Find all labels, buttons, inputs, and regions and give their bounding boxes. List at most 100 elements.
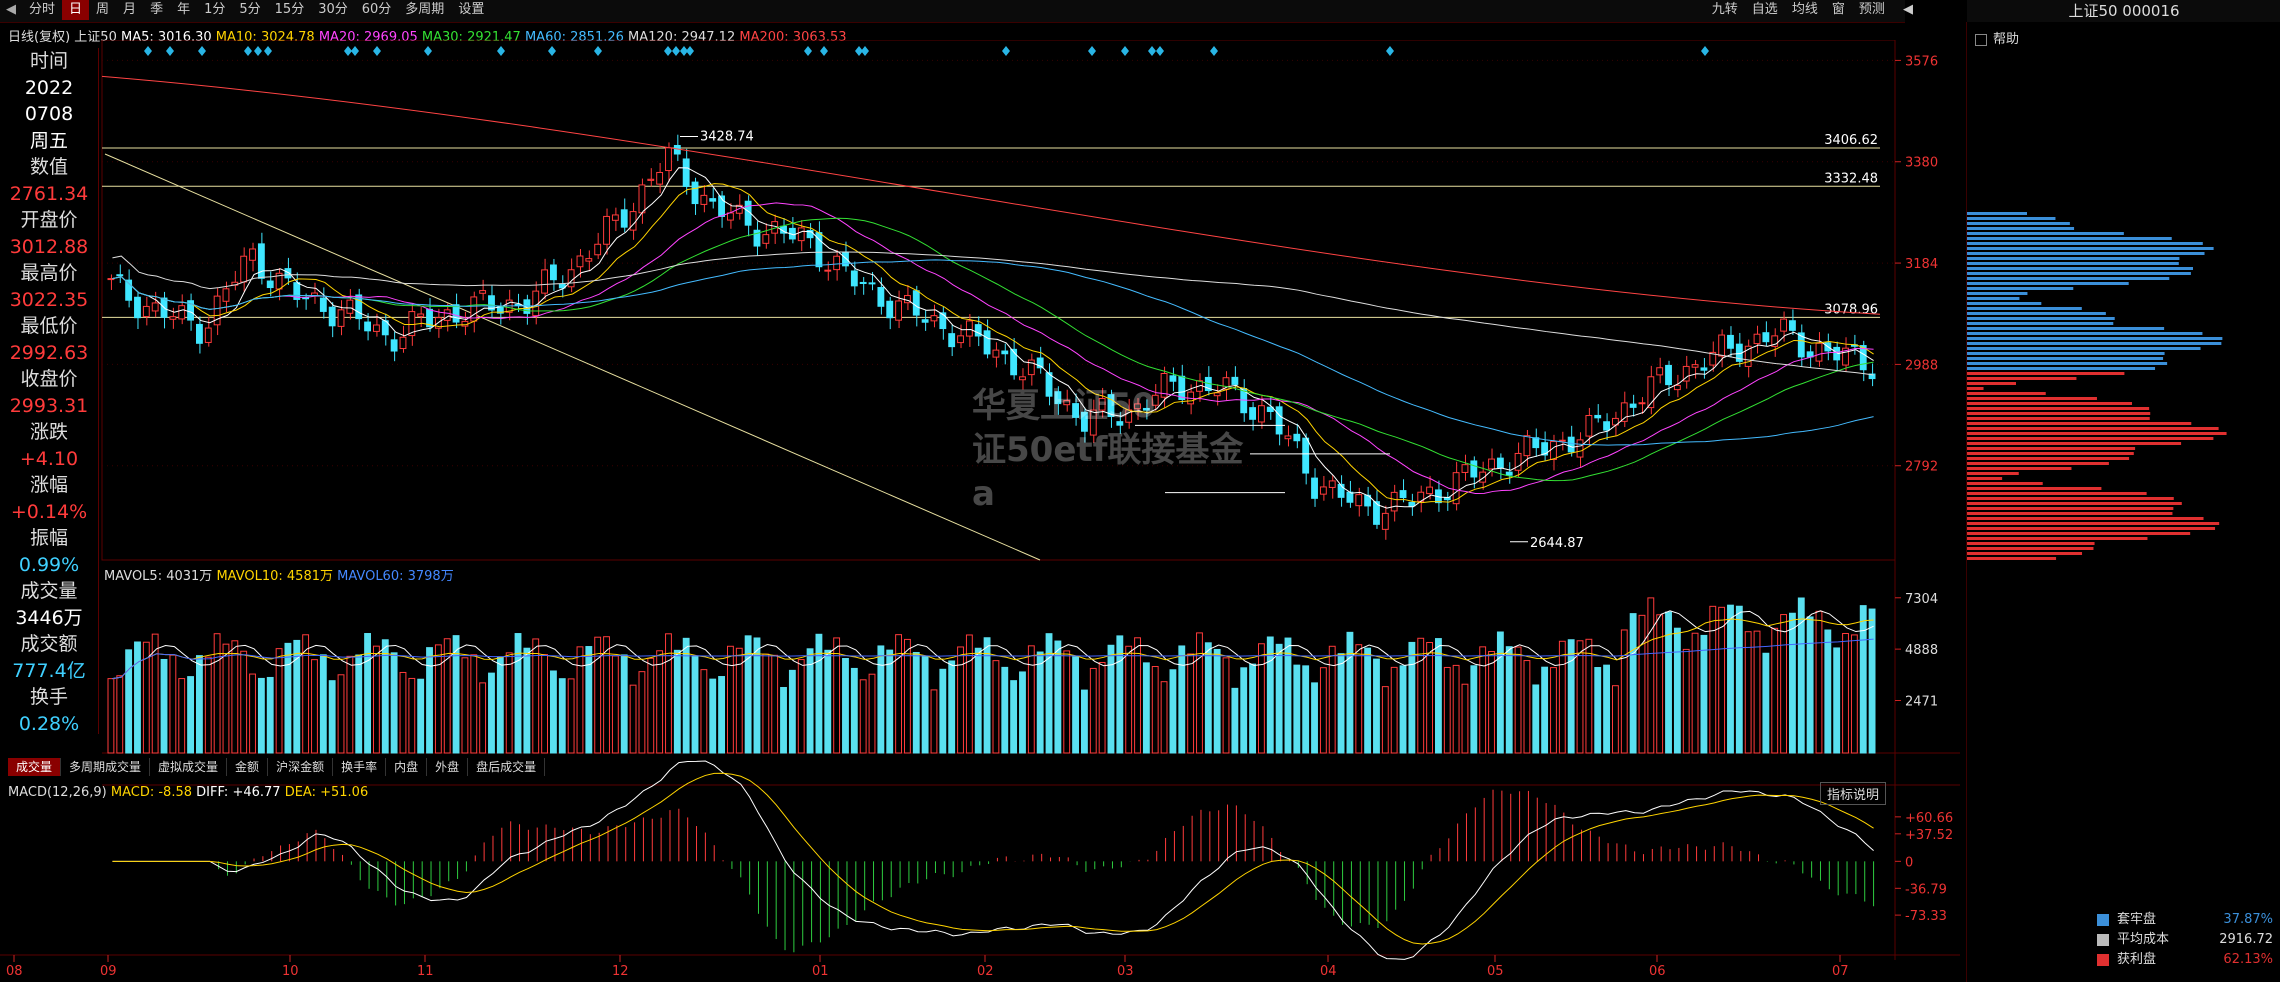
period-tab-8[interactable]: 15分 [268,0,312,20]
help-link[interactable]: 帮助 [1975,28,2019,47]
toolbar-right-3[interactable]: 窗 [1825,0,1852,20]
chip-bar [1967,472,2019,475]
period-tab-4[interactable]: 季 [143,0,170,20]
candle-body [1293,433,1301,442]
period-tab-7[interactable]: 5分 [232,0,267,20]
period-tab-1[interactable]: 日 [62,0,90,20]
candle-body [1753,333,1761,345]
volume-bar [1328,645,1336,754]
signal-diamond-icon [1386,46,1394,56]
back-arrow-icon[interactable]: ◀ [0,0,22,20]
candle-body [1390,491,1398,512]
volume-bar [1125,645,1133,754]
period-tab-3[interactable]: 月 [116,0,143,20]
volume-bar [1010,680,1018,754]
volume-bar [1479,646,1487,754]
chip-bar [1967,487,2102,490]
candle-body [169,316,177,320]
price-axis-label: 2988 [1905,358,1938,373]
chip-bar [1967,397,2097,400]
volume-bar [1824,629,1832,754]
indicator-tab-8[interactable]: 盘后成交量 [468,758,546,776]
chip-stats: 套牢盘 37.87% 平均成本 2916.72 获利盘 62.13% [2097,910,2273,970]
volume-bar [709,678,717,754]
back-icon[interactable]: ◀ [1896,0,1920,20]
volume-bar [762,653,770,754]
month-label: 11 [417,964,434,979]
volume-bar [1585,638,1593,754]
macd-name: MACD(12,26,9) [8,785,107,800]
candle-body [541,269,549,294]
signal-diamond-icon [1121,46,1129,56]
indicator-tab-6[interactable]: 内盘 [386,758,428,776]
period-tab-2[interactable]: 周 [89,0,116,20]
volume-bar [213,633,221,754]
volume-bar [204,656,212,754]
indicator-tab-5[interactable]: 换手率 [333,758,387,776]
volume-bar [1461,683,1469,754]
candle-body [797,227,805,242]
toolbar-right-4[interactable]: 预测 [1852,0,1892,20]
chip-bar [1967,492,2147,495]
chip-bar [1967,212,2027,215]
indicator-tab-7[interactable]: 外盘 [427,758,469,776]
chip-histogram [1967,212,2227,560]
month-label: 12 [612,964,629,979]
volume-bar [266,676,274,754]
volume-bar [1789,612,1796,754]
volume-bar [231,640,239,754]
chip-bar [1967,237,2172,240]
indicator-tab-2[interactable]: 虚拟成交量 [150,758,228,776]
candle-body [1585,415,1593,437]
volume-bar [514,633,522,754]
candle-body [116,274,124,277]
volume-bar [390,652,398,754]
volume-bar [859,679,867,754]
volume-bar [479,682,487,754]
period-tab-5[interactable]: 年 [170,0,197,20]
volume-bar [328,680,336,754]
candle-body [1311,477,1318,499]
candle-body [1629,403,1637,408]
indicator-tab-0[interactable]: 成交量 [8,758,62,776]
indicator-help-button[interactable]: 指标说明 [1820,782,1887,805]
volume-bar [169,654,177,754]
indicator-tab-1[interactable]: 多周期成交量 [61,758,151,776]
period-tab-11[interactable]: 多周期 [398,0,451,20]
candle-body [1328,480,1336,488]
candle-body [461,320,469,327]
volume-bar [178,678,186,754]
candle-body [1700,367,1708,371]
toolbar-right-0[interactable]: 九转 [1705,0,1745,20]
period-tab-12[interactable]: 设置 [451,0,491,20]
chip-bar [1967,407,2150,410]
period-toolbar: ◀ 分时日周月季年 1分 5分 15分 30分 60分 多周期 设置 [0,0,1905,23]
volume-bar [665,633,672,754]
period-tab-10[interactable]: 60分 [355,0,399,20]
chip-bar [1967,537,2148,540]
toolbar-right-1[interactable]: 自选 [1745,0,1785,20]
volume-bar [284,642,292,754]
candle-body [930,315,938,322]
candle-body [859,281,867,285]
chip-bar [1967,277,2170,280]
indicator-tab-3[interactable]: 金额 [227,758,269,776]
chip-bar [1967,247,2214,250]
signal-diamond-icon [664,46,672,56]
toolbar-right-2[interactable]: 均线 [1785,0,1825,20]
volume-bar [815,633,823,754]
volume-bar [311,659,318,754]
chip-bar [1967,412,2151,415]
volume-bar [842,658,849,754]
period-tab-6[interactable]: 1分 [197,0,232,20]
period-tab-0[interactable]: 分时 [22,0,62,20]
volume-bar [1027,645,1035,754]
mavol60-value: MAVOL60: 3798万 [337,569,454,584]
period-tab-9[interactable]: 30分 [311,0,355,20]
candle-body [1010,348,1018,376]
signal-diamond-icon [548,46,556,56]
candle-body [700,194,708,205]
indicator-tab-4[interactable]: 沪深金额 [268,758,334,776]
volume-bar [895,634,903,754]
dea-value: DEA: +51.06 [284,785,369,800]
